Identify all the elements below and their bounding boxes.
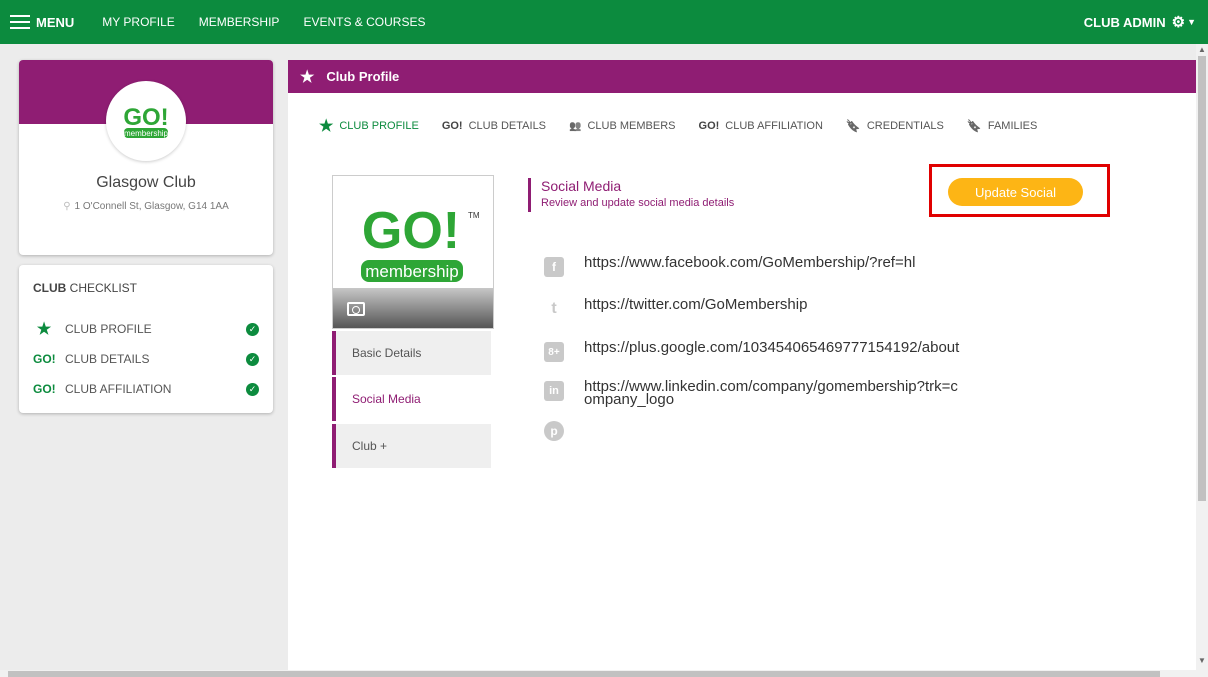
subnav-social-media[interactable]: Social Media — [332, 377, 491, 421]
vertical-scrollbar[interactable]: ▲ ▼ — [1196, 44, 1208, 677]
bookmark-icon: 🔖 — [845, 119, 861, 133]
panel-title: Club Profile — [326, 69, 400, 84]
club-photo[interactable]: GO! membership TM — [332, 175, 494, 329]
check-circle-icon: ✓ — [246, 322, 259, 336]
scroll-down-icon[interactable]: ▼ — [1198, 656, 1206, 665]
photo-logo-tm: TM — [468, 211, 480, 220]
pinterest-icon: p — [544, 421, 564, 441]
checklist-item-club-affiliation[interactable]: GO! CLUB AFFILIATION ✓ — [33, 380, 259, 398]
checklist-item-label: CLUB PROFILE — [65, 322, 152, 336]
update-social-button[interactable]: Update Social — [948, 178, 1083, 206]
logo-membership-text: membership — [124, 129, 169, 138]
tab-label: CLUB PROFILE — [339, 120, 419, 132]
linkedin-icon: in — [544, 381, 564, 401]
tab-label: CLUB DETAILS — [468, 120, 547, 132]
tab-club-members[interactable]: 👥 CLUB MEMBERS — [569, 120, 675, 132]
caret-down-icon: ▼ — [1187, 17, 1196, 27]
club-profile-panel: ★ Club Profile ★ CLUB PROFILE GO! CLUB D… — [288, 60, 1196, 677]
panel-header: ★ Club Profile — [288, 60, 1196, 93]
club-address: ⚲ 1 O'Connell St, Glasgow, G14 1AA — [19, 201, 273, 212]
go-logo-icon: GO! — [698, 120, 720, 132]
subnav-club-plus[interactable]: Club + — [332, 424, 491, 468]
tab-label: CLUB MEMBERS — [587, 120, 676, 132]
nav-membership[interactable]: MEMBERSHIP — [199, 15, 280, 29]
users-icon: 👥 — [569, 120, 582, 132]
subnav-basic-details[interactable]: Basic Details — [332, 331, 491, 375]
star-icon: ★ — [319, 118, 334, 135]
bookmark-icon: 🔖 — [966, 119, 982, 133]
scroll-up-icon[interactable]: ▲ — [1198, 45, 1206, 54]
menu-label: MENU — [36, 14, 75, 30]
checklist-item-club-profile[interactable]: ★ CLUB PROFILE ✓ — [33, 320, 259, 338]
photo-logo-go-text: GO! — [362, 202, 460, 260]
check-circle-icon: ✓ — [246, 382, 259, 396]
horizontal-scroll-thumb[interactable] — [8, 671, 1160, 677]
club-admin-menu[interactable]: CLUB ADMIN ⚙ ▼ — [1084, 13, 1196, 31]
club-card: GO! membership Glasgow Club ⚲ 1 O'Connell… — [19, 60, 273, 255]
twitter-icon: t — [551, 300, 557, 317]
check-circle-icon: ✓ — [246, 352, 259, 366]
club-address-text: 1 O'Connell St, Glasgow, G14 1AA — [74, 201, 229, 212]
nav-my-profile[interactable]: MY PROFILE — [102, 15, 174, 29]
gear-icon: ⚙ — [1171, 14, 1186, 31]
checklist-item-label: CLUB DETAILS — [65, 352, 150, 366]
camera-icon[interactable] — [347, 302, 365, 316]
social-facebook: f https://www.facebook.com/GoMembership/… — [544, 254, 964, 277]
menu-button[interactable]: MENU — [10, 15, 74, 30]
horizontal-scrollbar[interactable] — [0, 670, 1196, 677]
google-plus-icon: 8+ — [544, 342, 564, 362]
go-logo-icon: GO! — [441, 120, 463, 132]
tab-label: CREDENTIALS — [866, 120, 944, 132]
go-logo-icon: GO! — [33, 382, 56, 396]
social-linkedin: in https://www.linkedin.com/company/gome… — [544, 378, 964, 408]
tab-label: CLUB AFFILIATION — [725, 120, 823, 132]
club-checklist: CLUB CHECKLIST ★ CLUB PROFILE ✓ GO! CLUB… — [19, 265, 273, 413]
twitter-url: https://twitter.com/GoMembership — [584, 296, 808, 313]
google-plus-url: https://plus.google.com/1034540654697771… — [584, 339, 960, 356]
go-logo-icon: GO! — [33, 352, 56, 366]
linkedin-url: https://www.linkedin.com/company/gomembe… — [584, 378, 958, 408]
star-icon: ★ — [300, 68, 315, 86]
section-header: Social Media Review and update social me… — [528, 178, 734, 212]
facebook-url: https://www.facebook.com/GoMembership/?r… — [584, 254, 916, 271]
top-navbar: MENU MY PROFILE MEMBERSHIP EVENTS & COUR… — [0, 0, 1208, 44]
club-photo-logo: GO! membership TM — [361, 202, 480, 282]
social-twitter: t https://twitter.com/GoMembership — [544, 296, 964, 319]
checklist-item-label: CLUB AFFILIATION — [65, 382, 172, 396]
tab-families[interactable]: 🔖 FAMILIES — [967, 119, 1037, 133]
club-name: Glasgow Club — [96, 174, 196, 191]
checklist-item-club-details[interactable]: GO! CLUB DETAILS ✓ — [33, 350, 259, 368]
tab-club-profile[interactable]: ★ CLUB PROFILE — [319, 116, 419, 136]
tab-credentials[interactable]: 🔖 CREDENTIALS — [846, 119, 944, 133]
nav-events-courses[interactable]: EVENTS & COURSES — [303, 15, 425, 29]
hamburger-icon — [10, 15, 30, 29]
social-pinterest: p — [544, 420, 964, 441]
checklist-title: CLUB CHECKLIST — [33, 281, 138, 295]
club-admin-label: CLUB ADMIN — [1083, 14, 1166, 30]
profile-tabs: ★ CLUB PROFILE GO! CLUB DETAILS 👥 CLUB M… — [319, 116, 1060, 136]
club-logo: GO! membership — [106, 81, 186, 161]
facebook-icon: f — [544, 257, 564, 277]
vertical-scroll-thumb[interactable] — [1198, 56, 1206, 501]
section-title: Social Media — [541, 178, 622, 194]
location-pin-icon: ⚲ — [63, 201, 71, 212]
tab-label: FAMILIES — [987, 120, 1038, 132]
tab-club-affiliation[interactable]: GO! CLUB AFFILIATION — [699, 120, 823, 132]
section-subtitle: Review and update social media details — [541, 197, 735, 209]
star-icon: ★ — [36, 321, 52, 338]
logo-go-text: GO! — [123, 104, 168, 131]
social-google-plus: 8+ https://plus.google.com/1034540654697… — [544, 339, 964, 362]
tab-club-details[interactable]: GO! CLUB DETAILS — [442, 120, 546, 132]
photo-logo-membership-text: membership — [365, 262, 459, 281]
